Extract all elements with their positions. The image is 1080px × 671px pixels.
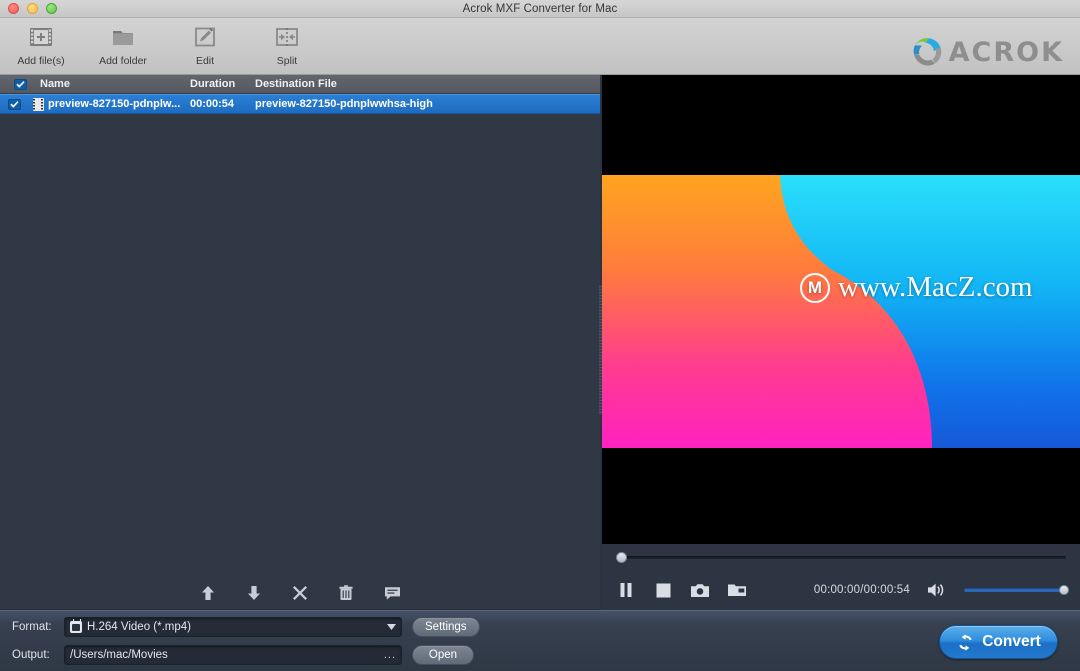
table-row[interactable]: preview-827150-pdnplw... 00:00:54 previe… (0, 94, 600, 114)
convert-button[interactable]: Convert (939, 625, 1058, 659)
acrok-swirl-icon (909, 34, 945, 70)
speaker-icon (928, 582, 947, 598)
checkbox-icon (8, 99, 21, 110)
open-button[interactable]: Open (412, 645, 474, 665)
main-toolbar: Add file(s) Add folder Edit (0, 18, 1080, 75)
add-folder-button[interactable]: Add folder (82, 18, 164, 67)
film-icon (28, 98, 48, 111)
row-checkbox[interactable] (0, 99, 28, 110)
chevron-down-icon[interactable] (383, 624, 399, 630)
snapshot-button[interactable] (690, 580, 710, 600)
volume-knob[interactable] (1059, 585, 1069, 595)
convert-label: Convert (982, 633, 1041, 651)
add-folder-label: Add folder (99, 55, 147, 67)
folder-icon (110, 22, 136, 52)
arrow-up-icon (201, 585, 215, 601)
split-label: Split (277, 55, 297, 67)
move-up-button[interactable] (197, 582, 219, 604)
bottom-bar: Format: H.264 Video (*.mp4) Settings Out… (0, 610, 1080, 671)
window-title: Acrok MXF Converter for Mac (0, 3, 1080, 15)
row-name: preview-827150-pdnplw... (48, 98, 190, 110)
video-watermark: M www.MacZ.com (800, 271, 1033, 304)
column-header-name[interactable]: Name (40, 78, 190, 90)
refresh-icon (956, 633, 975, 652)
split-arrows-icon (275, 22, 299, 52)
video-format-icon (70, 621, 82, 633)
main-body: Name Duration Destination File preview-8… (0, 75, 1080, 610)
folder-open-icon (728, 583, 746, 597)
output-value: /Users/mac/Movies (70, 649, 384, 661)
checkbox-icon (14, 79, 27, 90)
title-bar: Acrok MXF Converter for Mac (0, 0, 1080, 18)
add-files-button[interactable]: Add file(s) (0, 18, 82, 67)
output-path-input[interactable]: /Users/mac/Movies ... (64, 645, 402, 665)
acrok-logo: ACROK (909, 34, 1064, 70)
column-header-destination[interactable]: Destination File (255, 78, 600, 90)
stop-icon (656, 583, 671, 598)
snapshot-folder-button[interactable] (727, 580, 747, 600)
player-controls: 00:00:00/00:00:54 (602, 570, 1080, 610)
output-settings: Format: H.264 Video (*.mp4) Settings Out… (0, 615, 600, 668)
info-button[interactable] (381, 582, 403, 604)
pause-icon (619, 582, 633, 598)
playback-time: 00:00:00/00:00:54 (814, 584, 910, 596)
seek-knob[interactable] (616, 552, 627, 563)
video-frame: M www.MacZ.com (602, 175, 1080, 448)
browse-button[interactable]: ... (384, 649, 399, 661)
format-value: H.264 Video (*.mp4) (87, 621, 383, 633)
camera-icon (691, 583, 709, 598)
pencil-square-icon (193, 22, 217, 52)
watermark-text: www.MacZ.com (838, 271, 1033, 304)
edit-label: Edit (196, 55, 214, 67)
volume-button[interactable] (927, 580, 947, 600)
clear-all-button[interactable] (335, 582, 357, 604)
stop-button[interactable] (653, 580, 673, 600)
format-label: Format: (12, 621, 64, 633)
remove-button[interactable] (289, 582, 311, 604)
trash-icon (339, 585, 353, 601)
preview-panel: M www.MacZ.com (602, 75, 1080, 610)
seek-bar[interactable] (602, 544, 1080, 570)
film-plus-icon (28, 22, 54, 52)
add-files-label: Add file(s) (17, 55, 64, 67)
close-x-icon (292, 585, 308, 601)
macz-logo-icon: M (800, 273, 830, 303)
file-list-body[interactable]: preview-827150-pdnplw... 00:00:54 previe… (0, 94, 600, 577)
output-row: Output: /Users/mac/Movies ... Open (12, 643, 600, 668)
format-select[interactable]: H.264 Video (*.mp4) (64, 617, 402, 637)
pause-button[interactable] (616, 580, 636, 600)
format-row: Format: H.264 Video (*.mp4) Settings (12, 615, 600, 640)
comment-icon (384, 586, 401, 601)
edit-button[interactable]: Edit (164, 18, 246, 67)
video-gradient-right (602, 175, 1080, 448)
seek-track[interactable] (616, 556, 1066, 559)
row-destination: preview-827150-pdnplwwhsa-high (255, 98, 600, 110)
list-action-bar (0, 577, 600, 610)
application-window: Acrok MXF Converter for Mac Add file(s) (0, 0, 1080, 671)
acrok-brand-text: ACROK (949, 37, 1064, 68)
move-down-button[interactable] (243, 582, 265, 604)
arrow-down-icon (247, 585, 261, 601)
file-list-panel: Name Duration Destination File preview-8… (0, 75, 600, 610)
file-list-header: Name Duration Destination File (0, 75, 600, 94)
split-button[interactable]: Split (246, 18, 328, 67)
volume-slider[interactable] (964, 588, 1066, 592)
column-header-duration[interactable]: Duration (190, 78, 255, 90)
settings-button[interactable]: Settings (412, 617, 480, 637)
select-all-checkbox[interactable] (0, 79, 40, 90)
output-label: Output: (12, 649, 64, 661)
row-duration: 00:00:54 (190, 98, 255, 110)
video-preview[interactable]: M www.MacZ.com (602, 75, 1080, 544)
